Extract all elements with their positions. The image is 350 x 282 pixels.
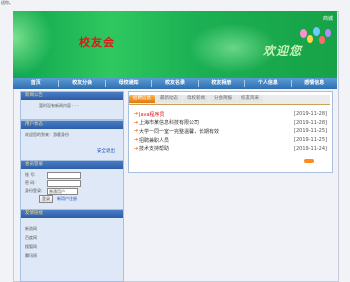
nav-item-album[interactable]: 校友相册 <box>199 78 244 89</box>
news-list: ➜ Java程序员 [2019-11-28] ➜ 上海市某信息科技有限公司 [2… <box>134 110 327 153</box>
login-panel-title: 会员登录 <box>21 161 123 169</box>
password-field[interactable] <box>47 179 81 187</box>
tab-branch-brief[interactable]: 分会简报 <box>210 95 236 103</box>
list-item[interactable]: ➜ 技术支持帮助 [2019-11-24] <box>134 144 327 153</box>
news-panel-body: 暂时没有新闻内容 · · · <box>39 103 79 108</box>
list-item[interactable]: ➜ 上海市某信息科技有限公司 [2019-11-28] <box>134 119 327 128</box>
friend-link[interactable]: 搜狐网 <box>25 244 119 253</box>
role-select[interactable]: 普通用户 <box>47 187 78 195</box>
nav-item-profile[interactable]: 个人信息 <box>245 78 290 89</box>
more-button[interactable] <box>304 159 314 163</box>
top-note: 适你。 <box>1 0 13 5</box>
friends-panel: 友情链接 新浪网 百度网 搜狐网 腾讯网 <box>20 209 124 282</box>
status-text: 欢迎您的到来：游客身份 <box>25 132 69 137</box>
site-title: 校友会 <box>79 36 115 49</box>
news-date: [2019-11-25] <box>294 137 327 144</box>
balloon-icon <box>307 35 313 43</box>
tab-jobs[interactable]: 招聘信息 <box>129 95 155 103</box>
username-field[interactable] <box>47 171 81 179</box>
tab-alumni-style[interactable]: 校友风采 <box>237 95 263 103</box>
friends-list: 新浪网 百度网 搜狐网 腾讯网 <box>21 218 123 265</box>
welcome-text: 欢迎您 <box>263 44 303 58</box>
news-panel-title: 新闻公告 <box>21 92 123 100</box>
news-date: [2019-11-28] <box>294 119 327 126</box>
friend-link[interactable]: 新浪网 <box>25 226 119 235</box>
login-panel: 会员登录 账 号: 密 码: 身份登录: 普通用户 登录 新用户注册 <box>20 160 124 210</box>
status-panel: 用户状态 欢迎您的到来：游客身份 安全退出 <box>20 120 124 162</box>
news-title[interactable]: 招聘兼职人员 <box>139 137 294 144</box>
balloon-icon <box>325 29 331 37</box>
list-item[interactable]: ➜ Java程序员 [2019-11-28] <box>134 110 327 119</box>
balloon-icon <box>319 36 325 44</box>
role-label: 身份登录: <box>25 188 43 193</box>
nav-item-home[interactable]: 首页 <box>13 78 58 89</box>
password-label: 密 码: <box>25 180 36 185</box>
login-button[interactable]: 登录 <box>39 195 53 203</box>
news-title[interactable]: 大学一同一室一完整温馨，长期有效 <box>139 128 294 135</box>
status-panel-title: 用户状态 <box>21 121 123 129</box>
friend-link[interactable]: 百度网 <box>25 235 119 244</box>
main-nav: 首页 校友分会 母校通知 校友名录 校友相册 个人信息 感情信息 <box>13 78 337 89</box>
register-link[interactable]: 新用户注册 <box>57 196 77 202</box>
nav-item-notice[interactable]: 母校通知 <box>106 78 151 89</box>
login-form: 账 号: 密 码: 身份登录: 普通用户 登录 新用户注册 <box>21 169 123 206</box>
leaf-decoration <box>13 11 53 78</box>
list-item[interactable]: ➜ 招聘兼职人员 [2019-11-25] <box>134 136 327 145</box>
friends-panel-title: 友情链接 <box>21 210 123 218</box>
news-date: [2019-11-25] <box>294 128 327 135</box>
friend-link[interactable]: 腾讯网 <box>25 253 119 262</box>
nav-item-directory[interactable]: 校友名录 <box>152 78 197 89</box>
news-date: [2019-11-28] <box>294 111 327 118</box>
balloon-icon <box>300 29 307 38</box>
tab-latest[interactable]: 最新动态 <box>156 95 182 103</box>
news-panel: 新闻公告 暂时没有新闻内容 · · · <box>20 91 124 120</box>
site-banner: 校友会 欢迎您 商城 <box>13 11 337 78</box>
balloon-icon <box>313 27 320 36</box>
list-item[interactable]: ➜ 大学一同一室一完整温馨，长期有效 [2019-11-25] <box>134 127 327 136</box>
news-date: [2019-11-24] <box>294 145 327 152</box>
news-title[interactable]: 上海市某信息科技有限公司 <box>139 119 294 126</box>
nav-item-branch[interactable]: 校友分会 <box>59 78 104 89</box>
news-tabs: 招聘信息 最新动态 母校新闻 分会简报 校友风采 <box>129 95 330 105</box>
news-title[interactable]: Java程序员 <box>139 111 294 118</box>
logout-link[interactable]: 安全退出 <box>97 148 115 154</box>
nav-item-feelings[interactable]: 感情信息 <box>292 78 337 89</box>
tab-school-news[interactable]: 母校新闻 <box>183 95 209 103</box>
username-label: 账 号: <box>25 172 36 177</box>
news-title[interactable]: 技术支持帮助 <box>139 145 294 152</box>
shop-link[interactable]: 商城 <box>323 15 333 22</box>
